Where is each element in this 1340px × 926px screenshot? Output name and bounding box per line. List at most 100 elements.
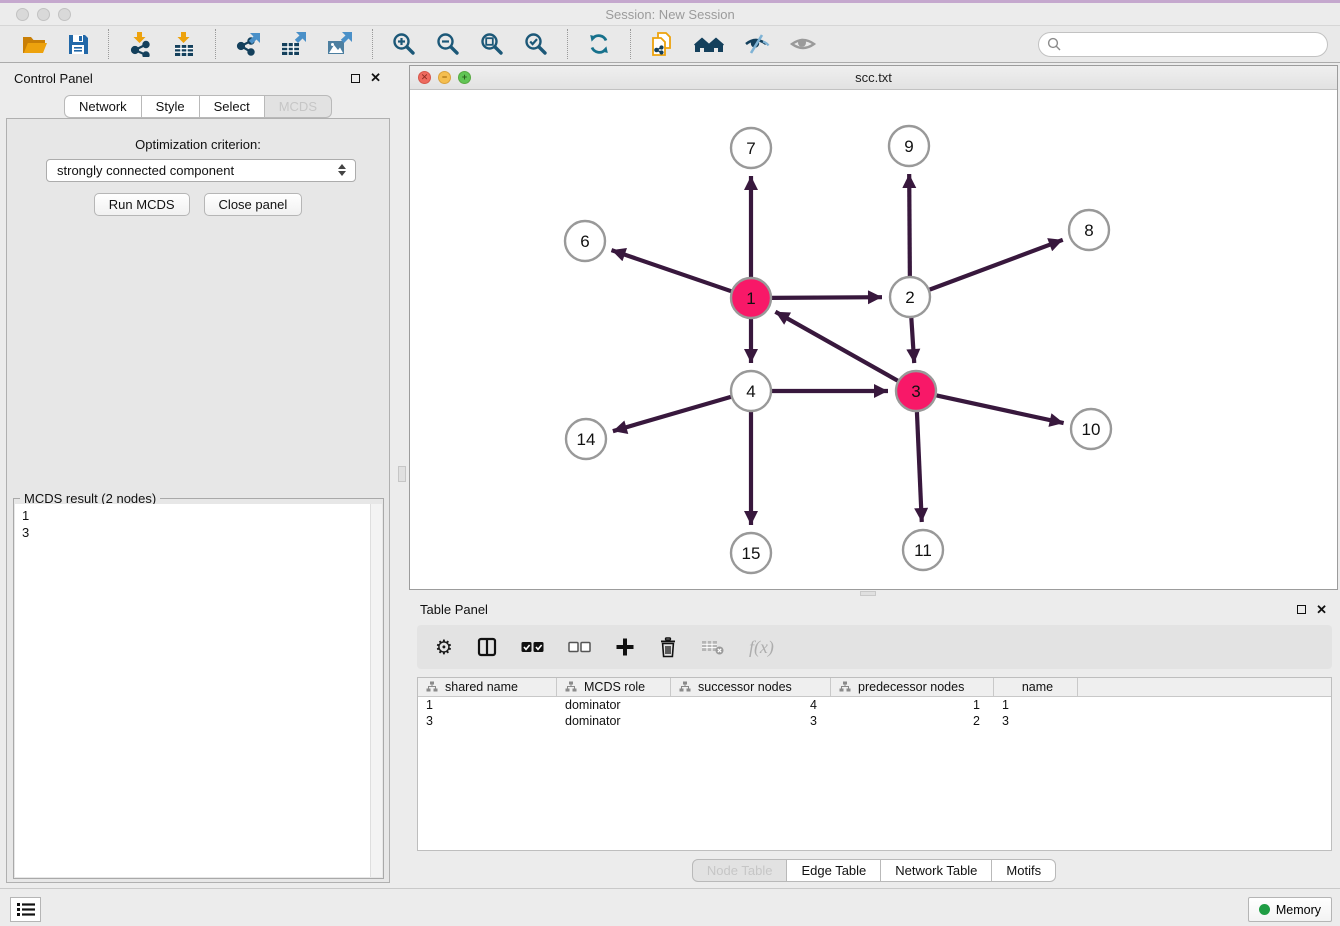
deselect-all-button[interactable] (568, 641, 591, 653)
graph-edge-3-10[interactable] (937, 395, 1064, 423)
network-close-button[interactable]: ✕ (418, 71, 431, 84)
graph-node-11[interactable]: 11 (903, 530, 943, 570)
table-cell: 1 (418, 697, 557, 713)
toolbar-separator (108, 29, 109, 59)
result-scrollbar[interactable] (370, 504, 382, 877)
close-panel-button[interactable]: ✕ (365, 70, 386, 86)
delete-table-button-disabled (701, 639, 725, 655)
horizontal-splitter[interactable] (408, 590, 1340, 597)
column-settings-button[interactable]: ⚙ (435, 637, 453, 657)
show-task-history-button[interactable] (10, 897, 41, 922)
memory-button[interactable]: Memory (1248, 897, 1332, 922)
table-row[interactable]: 3dominator323 (418, 713, 1331, 729)
import-network-button[interactable] (123, 29, 157, 59)
graph-node-2[interactable]: 2 (890, 277, 930, 317)
graph-edge-1-6[interactable] (611, 250, 731, 291)
graph-node-6[interactable]: 6 (565, 221, 605, 261)
export-table-button[interactable] (276, 29, 312, 59)
graph-node-15[interactable]: 15 (731, 533, 771, 573)
show-all-button[interactable] (785, 30, 821, 58)
graph-node-9[interactable]: 9 (889, 126, 929, 166)
minimize-window-button[interactable] (37, 8, 50, 21)
tab-node-table[interactable]: Node Table (692, 859, 788, 882)
float-panel-button[interactable] (346, 74, 365, 83)
splitter-grip[interactable] (398, 466, 406, 482)
export-image-button[interactable] (322, 29, 358, 59)
refresh-layout-button[interactable] (582, 29, 616, 59)
network-maximize-button[interactable]: + (458, 71, 471, 84)
mcds-result-area[interactable]: 1 3 (15, 504, 382, 877)
graph-edge-3-1[interactable] (775, 312, 897, 381)
network-minimize-button[interactable]: − (438, 71, 451, 84)
tab-network[interactable]: Network (64, 95, 142, 118)
window-controls (16, 8, 71, 21)
column-header-MCDS-role[interactable]: MCDS role (557, 678, 671, 696)
table-cell: 4 (671, 697, 831, 713)
first-neighbors-button[interactable] (689, 30, 729, 58)
graph-node-4[interactable]: 4 (731, 371, 771, 411)
search-input[interactable] (1067, 35, 1327, 55)
graph-node-1[interactable]: 1 (731, 278, 771, 318)
column-header-successor-nodes[interactable]: successor nodes (671, 678, 831, 696)
column-header-predecessor-nodes[interactable]: predecessor nodes (831, 678, 994, 696)
clone-network-button[interactable] (645, 28, 679, 60)
zoom-fit-icon (479, 31, 505, 57)
optimization-criterion-label: Optimization criterion: (7, 137, 389, 152)
zoom-fit-button[interactable] (475, 29, 509, 59)
tab-style[interactable]: Style (142, 95, 200, 118)
graph-edge-2-9[interactable] (909, 174, 910, 276)
tab-select[interactable]: Select (200, 95, 265, 118)
hide-selected-button[interactable] (739, 30, 775, 58)
node-label: 8 (1084, 221, 1093, 240)
network-window-titlebar[interactable]: ✕ − + scc.txt (410, 66, 1337, 90)
column-header-name[interactable]: name (994, 678, 1078, 696)
tab-motifs[interactable]: Motifs (992, 859, 1056, 882)
graph-edge-4-14[interactable] (613, 397, 731, 431)
table-row[interactable]: 1dominator411 (418, 697, 1331, 713)
window-title: Session: New Session (0, 3, 1340, 26)
tab-edge-table[interactable]: Edge Table (787, 859, 881, 882)
table-cell: dominator (557, 697, 671, 713)
close-panel-action-button[interactable]: Close panel (204, 193, 303, 216)
run-mcds-button[interactable]: Run MCDS (94, 193, 190, 216)
select-all-button[interactable] (521, 641, 544, 653)
criterion-select[interactable]: strongly connected component (46, 159, 356, 182)
show-columns-button[interactable] (477, 637, 497, 657)
splitter-grip[interactable] (860, 591, 876, 596)
zoom-in-button[interactable] (387, 29, 421, 59)
save-session-button[interactable] (62, 30, 94, 58)
graph-node-7[interactable]: 7 (731, 128, 771, 168)
network-window-title: scc.txt (410, 66, 1337, 90)
graph-node-3[interactable]: 3 (896, 371, 936, 411)
zoom-out-icon (435, 31, 461, 57)
network-canvas[interactable]: 7 9 6 8 1 2 4 3 14 10 15 11 (410, 90, 1337, 589)
column-header-shared-name[interactable]: shared name (418, 678, 557, 696)
graph-edge-3-11[interactable] (917, 412, 922, 522)
zoom-window-button[interactable] (58, 8, 71, 21)
tab-mcds[interactable]: MCDS (265, 95, 332, 118)
graph-node-14[interactable]: 14 (566, 419, 606, 459)
graph-edge-2-8[interactable] (930, 240, 1063, 290)
import-table-button[interactable] (167, 29, 201, 59)
unchecked-boxes-icon (568, 641, 591, 653)
table-cell: dominator (557, 713, 671, 729)
zoom-out-button[interactable] (431, 29, 465, 59)
graph-node-8[interactable]: 8 (1069, 210, 1109, 250)
tab-network-table[interactable]: Network Table (881, 859, 992, 882)
gear-icon: ⚙ (435, 637, 453, 657)
add-column-button[interactable] (615, 637, 635, 657)
close-table-panel-button[interactable]: ✕ (1311, 602, 1332, 618)
toolbar-separator (567, 29, 568, 59)
float-table-panel-button[interactable] (1292, 605, 1311, 614)
open-session-button[interactable] (17, 30, 52, 59)
export-network-button[interactable] (230, 29, 266, 59)
graph-edge-2-3[interactable] (911, 318, 914, 363)
table-header-row: shared nameMCDS rolesuccessor nodesprede… (418, 678, 1331, 697)
node-label: 9 (904, 137, 913, 156)
close-window-button[interactable] (16, 8, 29, 21)
graph-edge-1-2[interactable] (772, 297, 882, 298)
delete-column-button[interactable] (659, 637, 677, 658)
graph-node-10[interactable]: 10 (1071, 409, 1111, 449)
zoom-selected-button[interactable] (519, 29, 553, 59)
node-label: 3 (911, 382, 920, 401)
